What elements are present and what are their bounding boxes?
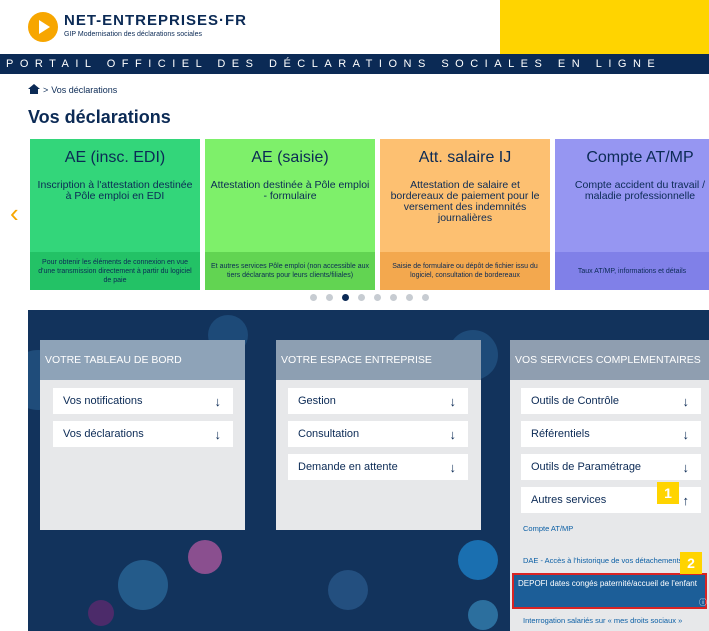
carousel-dot[interactable] [310,294,317,301]
page-title: Vos déclarations [28,107,171,127]
item-label: Demande en attente [298,461,398,473]
brand-tagline: GIP Modernisation des déclarations socia… [64,31,203,38]
decorative-bubble [328,570,368,610]
site-header: NET-ENTREPRISES·FR GIP Modernisation des… [0,0,709,54]
breadcrumb-current: Vos déclarations [51,85,118,95]
breadcrumb: > Vos déclarations [28,84,117,96]
espace-gestion-button[interactable]: Gestion ↓ [288,388,468,414]
item-label: Gestion [298,395,336,407]
carousel-dot[interactable] [406,294,413,301]
carousel-card-att-salaire[interactable]: Att. salaire IJ Attestation de salaire e… [380,139,550,290]
dashboard-notifications-button[interactable]: Vos notifications ↓ [53,388,233,414]
sublink-depofi[interactable]: DEPOFI dates congés paternité/accueil de… [518,579,704,589]
card-description: Inscription à l'attestation destinée à P… [37,179,193,202]
decorative-bubble [458,540,498,580]
item-label: Référentiels [531,428,590,440]
card-description: Attestation de salaire et bordereaux de … [390,179,540,224]
card-title: Att. salaire IJ [418,149,512,166]
item-label: Vos déclarations [63,428,144,440]
services-parametrage-button[interactable]: Outils de Paramétrage ↓ [521,454,701,480]
decorative-bubble [468,600,498,630]
sublink-compte-atmp[interactable]: Compte AT/MP [523,524,703,533]
sublink-interrogation-salaries[interactable]: Interrogation salariés sur « mes droits … [523,616,703,625]
arrow-down-icon: ↓ [214,393,222,409]
item-label: Outils de Contrôle [531,395,620,407]
services-referentiels-button[interactable]: Référentiels ↓ [521,421,701,447]
arrow-down-icon: ↓ [449,459,457,475]
carousel-dot[interactable] [374,294,381,301]
item-label: Outils de Paramétrage [531,461,642,473]
carousel-card-ae-edi[interactable]: AE (insc. EDI) Inscription à l'attestati… [30,139,200,290]
carousel-dot-active[interactable] [342,294,349,301]
home-icon[interactable] [28,84,40,96]
chevron-left-icon[interactable]: ‹ [10,200,19,226]
decorative-bubble [88,600,114,626]
card-footer: Taux AT/MP, informations et détails [555,252,709,290]
carousel-dot[interactable] [326,294,333,301]
carousel-card-ae-saisie[interactable]: AE (saisie) Attestation destinée à Pôle … [205,139,375,290]
card-footer: Saisie de formulaire ou dépôt de fichier… [380,252,550,290]
arrow-down-icon: ↓ [682,393,690,409]
card-description: Attestation destinée à Pôle emploi - for… [210,179,370,202]
arrow-down-icon: ↓ [682,459,690,475]
brand-name[interactable]: NET-ENTREPRISES·FR [64,12,247,29]
card-footer: Pour obtenir les éléments de connexion e… [30,252,200,290]
carousel-dot[interactable] [422,294,429,301]
carousel-dot[interactable] [390,294,397,301]
carousel-dot[interactable] [358,294,365,301]
card-footer: Et autres services Pôle emploi (non acce… [205,252,375,290]
item-label: Autres services [531,494,607,506]
decorative-bubble [188,540,222,574]
dashboard-declarations-button[interactable]: Vos déclarations ↓ [53,421,233,447]
header-accent-block [500,0,709,54]
arrow-down-icon: ↓ [214,426,222,442]
espace-demande-button[interactable]: Demande en attente ↓ [288,454,468,480]
sublink-dae-historique[interactable]: DAE - Accès à l'historique de vos détach… [523,556,703,565]
item-label: Consultation [298,428,360,440]
card-title: AE (insc. EDI) [64,149,166,166]
arrow-down-icon: ↓ [449,426,457,442]
arrow-down-icon: ↓ [449,393,457,409]
logo-play-icon[interactable] [28,12,58,42]
espace-panel-title: VOTRE ESPACE ENTREPRISE [276,340,481,380]
card-description: Compte accident du travail / maladie pro… [574,179,706,202]
card-title: Compte AT/MP [586,149,694,166]
dashboard-panel-title: VOTRE TABLEAU DE BORD [40,340,245,380]
carousel-dots [310,294,429,301]
item-label: Vos notifications [63,395,143,407]
step-marker-2: 2 [680,552,702,574]
arrow-down-icon: ↓ [682,426,690,442]
services-panel-title: VOS SERVICES COMPLEMENTAIRES [510,340,709,380]
decorative-bubble [118,560,168,610]
info-icon[interactable]: ⓘ [699,597,707,608]
card-title: AE (saisie) [251,149,329,166]
step-marker-1: 1 [657,482,679,504]
portal-banner: PORTAIL OFFICIEL DES DÉCLARATIONS SOCIAL… [0,54,709,74]
espace-consultation-button[interactable]: Consultation ↓ [288,421,468,447]
arrow-up-icon: ↑ [682,492,690,508]
carousel-card-compte-atmp[interactable]: Compte AT/MP Compte accident du travail … [555,139,709,290]
services-controle-button[interactable]: Outils de Contrôle ↓ [521,388,701,414]
breadcrumb-separator: > [43,85,49,95]
